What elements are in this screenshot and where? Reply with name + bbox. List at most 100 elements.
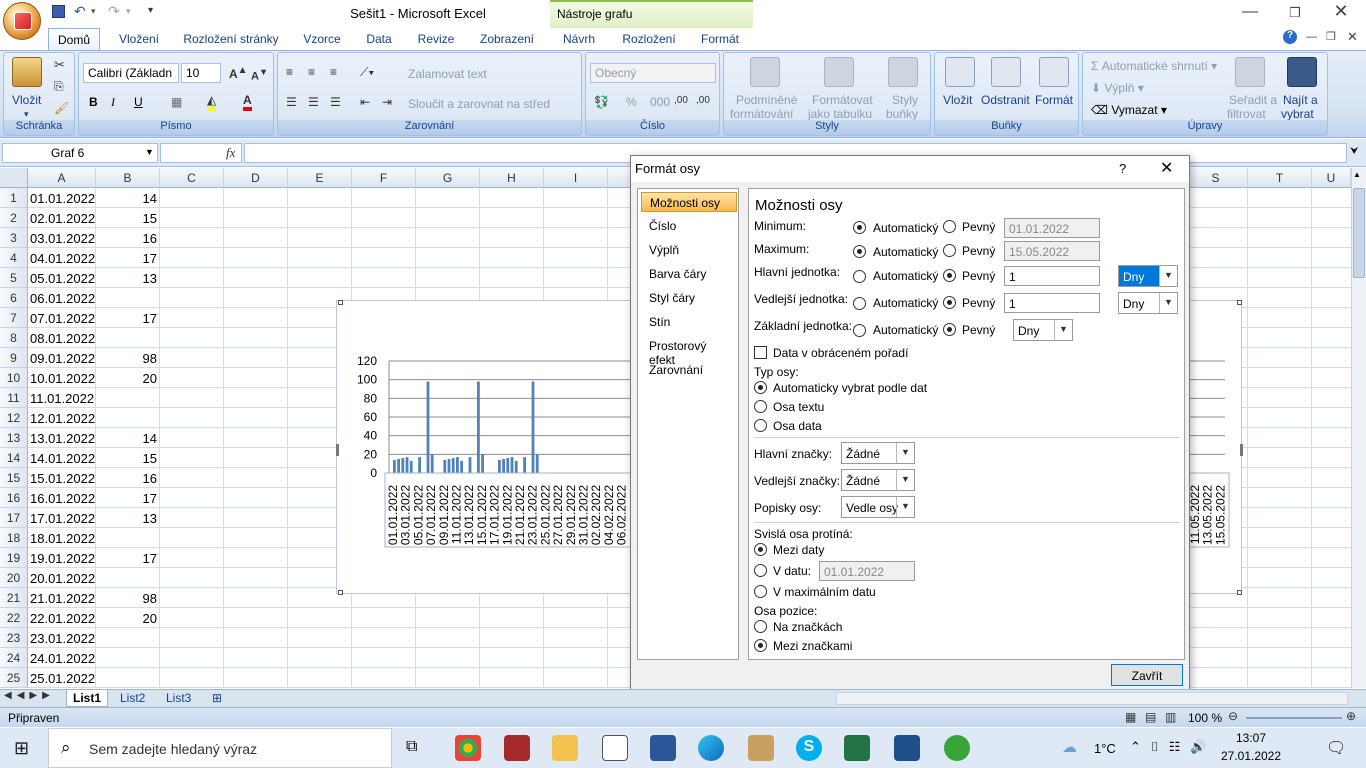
delete-cells-button[interactable]: Odstranit — [981, 93, 1030, 107]
name-box[interactable]: Graf 6 — [2, 143, 158, 163]
font-color-icon[interactable]: A — [243, 93, 252, 111]
cell-b[interactable] — [96, 328, 160, 348]
column-header[interactable]: T — [1248, 168, 1312, 188]
minor-ticks-select[interactable]: Žádné ▼ — [841, 469, 915, 491]
view-normal-icon[interactable]: ▦ — [1125, 710, 1136, 724]
scroll-up-icon[interactable]: ▲ — [1353, 170, 1361, 179]
tab-formulas[interactable]: Vzorce — [296, 28, 348, 50]
column-header[interactable]: D — [224, 168, 288, 188]
merge-center-button[interactable]: Sloučit a zarovnat na střed — [408, 97, 550, 111]
minor-fixed-radio[interactable] — [943, 296, 956, 309]
close-dialog-button[interactable]: Zavřít — [1111, 664, 1183, 686]
align-top-icon[interactable]: ≡ — [286, 65, 293, 79]
grow-font-icon[interactable]: A▲ — [229, 65, 248, 81]
expand-formula-icon[interactable]: ⮟ — [1350, 146, 1359, 157]
align-bottom-icon[interactable]: ≡ — [330, 65, 337, 79]
base-fixed-radio[interactable] — [943, 323, 956, 336]
close-window-button[interactable]: ✕ — [1326, 1, 1356, 22]
cell-b[interactable]: 13 — [96, 508, 160, 528]
reverse-order-checkbox[interactable] — [754, 346, 767, 359]
minimum-input[interactable]: 01.01.2022 — [1004, 218, 1100, 238]
dialog-close-icon[interactable]: ✕ — [1160, 158, 1173, 178]
column-header[interactable]: B — [96, 168, 160, 188]
find-select-icon[interactable] — [1287, 57, 1317, 87]
conditional-formatting-icon[interactable] — [750, 57, 780, 87]
cell-b[interactable] — [96, 568, 160, 588]
maximum-auto-radio[interactable] — [853, 245, 866, 258]
tab-data[interactable]: Data — [358, 28, 400, 50]
insert-function-icon[interactable]: fx — [226, 145, 235, 161]
row-header[interactable]: 14 — [0, 448, 28, 468]
row-header[interactable]: 2 — [0, 208, 28, 228]
major-fixed-radio[interactable] — [943, 269, 956, 282]
cell-b[interactable]: 13 — [96, 268, 160, 288]
zoom-out-icon[interactable]: ⊖ — [1228, 709, 1238, 723]
chart-handle[interactable] — [1237, 300, 1242, 305]
italic-button[interactable]: I — [111, 95, 115, 110]
align-center-icon[interactable]: ☰ — [308, 95, 319, 109]
major-unit-select[interactable]: Dny ▼ — [1118, 265, 1178, 287]
format-as-table-button[interactable]: Formátovat — [812, 93, 873, 107]
nav-fill[interactable]: Výplň — [641, 240, 737, 260]
thousands-icon[interactable]: 000 — [650, 95, 670, 109]
paste-button[interactable]: Vložit — [12, 93, 41, 107]
column-header[interactable]: A — [28, 168, 96, 188]
cell-b[interactable]: 15 — [96, 208, 160, 228]
cut-icon[interactable]: ✂ — [54, 57, 65, 73]
chevron-down-icon[interactable]: ▾ — [24, 109, 29, 120]
font-size-select[interactable]: 10 — [181, 63, 221, 83]
upload-icon[interactable] — [944, 735, 970, 761]
taskbar-search[interactable]: ⌕ Sem zadejte hledaný výraz — [48, 728, 392, 768]
row-header[interactable]: 22 — [0, 608, 28, 628]
cell-styles-icon[interactable] — [888, 57, 918, 87]
crosses-at-date-radio[interactable] — [754, 564, 767, 577]
cell-a[interactable]: 05.01.2022 — [28, 268, 96, 288]
row-header[interactable]: 15 — [0, 468, 28, 488]
cell-a[interactable]: 06.01.2022 — [28, 288, 96, 308]
row-header[interactable]: 3 — [0, 228, 28, 248]
nav-line-style[interactable]: Styl čáry — [641, 288, 737, 308]
decrease-decimal-icon[interactable]: ,00 — [696, 95, 710, 106]
tab-view[interactable]: Zobrazení — [472, 28, 542, 50]
format-cells-icon[interactable] — [1039, 57, 1069, 87]
copy-icon[interactable]: ⎘ — [54, 79, 64, 94]
cell-styles-button[interactable]: Styly — [892, 93, 918, 107]
delete-cells-icon[interactable] — [991, 57, 1021, 87]
base-unit-select[interactable]: Dny ▼ — [1013, 319, 1073, 341]
cell-b[interactable]: 17 — [96, 308, 160, 328]
row-header[interactable]: 12 — [0, 408, 28, 428]
cell-a[interactable]: 08.01.2022 — [28, 328, 96, 348]
cell-b[interactable]: 17 — [96, 248, 160, 268]
cell-a[interactable]: 07.01.2022 — [28, 308, 96, 328]
cell-a[interactable]: 19.01.2022 — [28, 548, 96, 568]
zoom-slider[interactable] — [1246, 717, 1342, 719]
tab-format[interactable]: Formát — [694, 28, 746, 50]
cell-b[interactable]: 16 — [96, 228, 160, 248]
format-as-table-icon[interactable] — [824, 57, 854, 87]
edge-icon[interactable] — [698, 735, 724, 761]
row-header[interactable]: 16 — [0, 488, 28, 508]
excel-icon[interactable] — [844, 735, 870, 761]
align-middle-icon[interactable]: ≡ — [308, 65, 315, 79]
column-header[interactable]: U — [1312, 168, 1351, 188]
crosses-max-radio[interactable] — [754, 585, 767, 598]
nav-alignment[interactable]: Zarovnání — [641, 360, 737, 380]
help-button[interactable]: ? — [1119, 161, 1126, 176]
file-explorer-icon[interactable] — [552, 735, 578, 761]
column-header[interactable]: H — [480, 168, 544, 188]
format-cells-button[interactable]: Formát — [1035, 93, 1073, 107]
chevron-down-icon[interactable]: ▼ — [145, 147, 154, 157]
row-header[interactable]: 1 — [0, 188, 28, 208]
paint-icon[interactable] — [748, 735, 774, 761]
cell-b[interactable] — [96, 388, 160, 408]
cell-a[interactable]: 10.01.2022 — [28, 368, 96, 388]
cell-b[interactable] — [96, 288, 160, 308]
cell-b[interactable] — [96, 408, 160, 428]
tray-icons[interactable]: ⌃⌷☷🔊 — [1130, 739, 1217, 755]
cell-a[interactable]: 11.01.2022 — [28, 388, 96, 408]
chart-handle[interactable] — [1237, 590, 1242, 595]
row-header[interactable]: 18 — [0, 528, 28, 548]
cell-a[interactable]: 20.01.2022 — [28, 568, 96, 588]
format-painter-icon[interactable]: 🖌 — [54, 101, 69, 115]
row-header[interactable]: 7 — [0, 308, 28, 328]
